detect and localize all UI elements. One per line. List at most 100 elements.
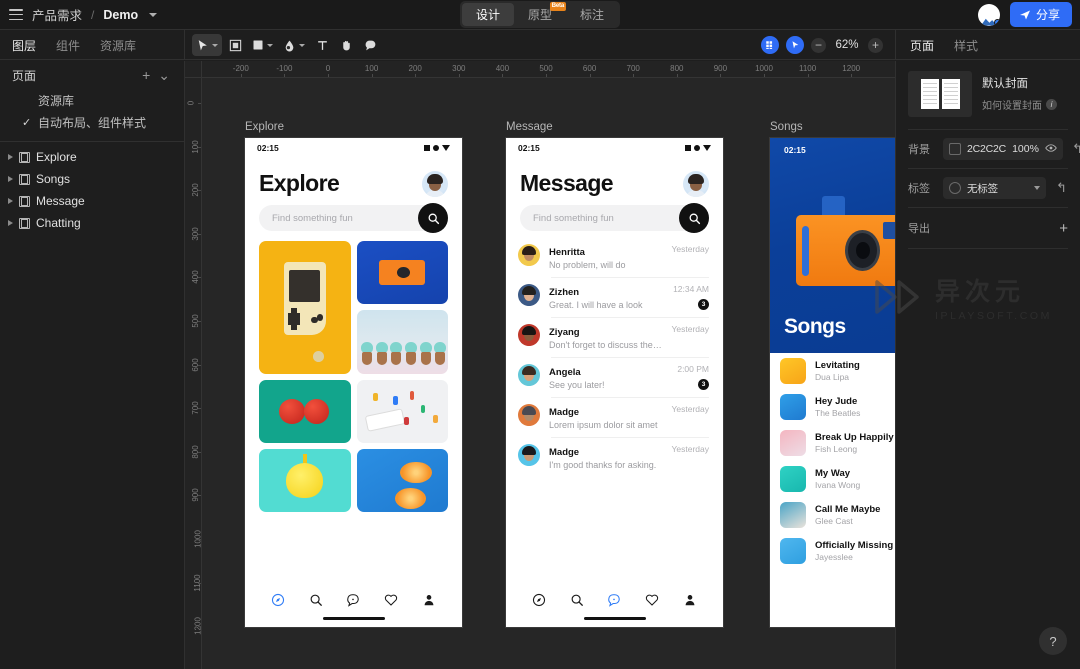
frame-tool[interactable] [224,34,246,56]
breadcrumb-current[interactable]: Demo [103,8,138,22]
tile-gameboy[interactable] [259,241,351,374]
tile-lemon[interactable] [259,449,351,512]
chevron-down-icon[interactable] [149,12,158,17]
nav-heart-icon[interactable] [384,593,398,607]
layer-item-chatting[interactable]: Chatting [0,212,184,234]
tab-prototype[interactable]: 原型 Beta [514,2,567,26]
tab-page[interactable]: 页面 [910,37,934,54]
search-button[interactable] [418,203,448,233]
song-row[interactable]: Hey Jude The Beatles [770,389,895,425]
tab-style[interactable]: 样式 [954,37,978,54]
share-button[interactable]: 分享 [1009,2,1072,27]
tab-components[interactable]: 组件 [56,37,80,54]
frame-label-songs[interactable]: Songs [770,121,803,133]
nav-message-icon[interactable] [607,593,621,607]
hamburger-icon[interactable] [9,9,23,20]
song-row[interactable]: Break Up Happily Fish Leong [770,425,895,461]
chevron-right-icon[interactable] [8,154,13,160]
profile-avatar[interactable] [422,170,448,197]
search-input[interactable]: Find something fun [259,203,448,233]
chevron-right-icon[interactable] [8,220,13,226]
song-row[interactable]: Levitating Dua Lipa [770,353,895,389]
tile-lego-desk[interactable] [356,380,448,443]
layer-item-message[interactable]: Message [0,190,184,212]
layer-item-songs[interactable]: Songs [0,168,184,190]
frame-label-explore[interactable]: Explore [245,121,284,133]
song-row[interactable]: Officially Missing YouJayesslee [770,533,895,569]
grid-view-button[interactable] [761,36,779,54]
tab-annotate[interactable]: 标注 [566,3,618,26]
tag-select[interactable]: 无标签 [943,177,1046,199]
tab-resources[interactable]: 资源库 [100,37,136,54]
ruler-mark [198,626,201,628]
song-row[interactable]: My Way Ivana Wong [770,461,895,497]
chevron-right-icon[interactable] [8,176,13,182]
conversation-row[interactable]: Angela See you later! 2:00 PM 3 [506,357,723,397]
plus-icon[interactable]: + [138,67,154,83]
help-button[interactable]: ? [1039,627,1067,655]
frame-songs[interactable]: 02:15 Songs Levitating Dua Lipa Hey Jude Th… [770,138,895,627]
page-item-autolayout[interactable]: ✓ 自动布局、组件样式 [0,111,184,133]
search-input[interactable]: Find something fun [520,203,709,233]
frame-explore[interactable]: 02:15 Explore Find something fun [245,138,462,627]
conversation-row[interactable]: Zizhen Great. I will have a look 12:34 AM 3 [506,277,723,317]
cover-thumbnail[interactable] [908,71,972,117]
nav-profile-icon[interactable] [422,593,436,607]
revert-icon[interactable]: ↰ [1072,141,1080,157]
chevron-down-icon[interactable]: ⌄ [154,67,174,84]
conversation-row[interactable]: Madge I'm good thanks for asking. Yesterda… [506,437,723,477]
conversation-row[interactable]: Henritta No problem, will do Yesterday [506,237,723,277]
breadcrumb-root[interactable]: 产品需求 [32,5,82,24]
tile-tomatoes[interactable] [259,380,351,443]
search-icon [428,213,439,224]
cover-help-link[interactable]: 如何设置封面 i [982,97,1057,112]
conversation-row[interactable]: Madge Lorem ipsum dolor sit amet Yesterday [506,397,723,437]
page-item-resources[interactable]: 资源库 [0,89,184,111]
message-preview: No problem, will do [549,260,626,270]
cursor-tool[interactable] [192,34,222,56]
frame-label-message[interactable]: Message [506,121,553,133]
comment-tool[interactable] [359,34,381,56]
zoom-out-button[interactable]: − [811,37,826,53]
nav-message-icon[interactable] [346,593,360,607]
nav-heart-icon[interactable] [645,593,659,607]
profile-avatar[interactable] [683,170,709,197]
canvas[interactable]: -200 -100 0 100 200 300 400 500 600 700 800 900 1000… [185,61,895,669]
search-button[interactable] [679,203,709,233]
conversation-row[interactable]: Ziyang Don't forget to discuss the new...… [506,317,723,357]
info-icon[interactable]: i [1046,99,1057,110]
nav-compass-icon[interactable] [271,593,285,607]
shape-tool[interactable] [248,34,277,56]
plus-icon[interactable]: + [1059,220,1068,237]
chevron-right-icon[interactable] [8,198,13,204]
pages-title: 页面 [12,68,37,83]
tile-orange-slices[interactable] [356,449,448,512]
tab-design[interactable]: 设计 [461,3,514,26]
tile-cupcakes[interactable] [356,310,448,374]
pen-tool[interactable] [279,34,309,56]
revert-icon[interactable]: ↰ [1055,180,1068,196]
tab-layers[interactable]: 图层 [12,37,36,54]
avatar[interactable] [977,3,1000,26]
nav-profile-icon[interactable] [683,593,697,607]
zoom-level[interactable]: 62% [833,39,861,51]
nav-search-icon[interactable] [309,593,323,607]
frame-icon [19,217,30,229]
color-swatch[interactable] [949,143,961,155]
zoom-in-button[interactable]: + [868,37,883,53]
eye-icon[interactable] [1045,142,1057,157]
contact-avatar [518,244,540,266]
song-artist: Ivana Wong [815,480,861,490]
present-button[interactable] [786,36,804,54]
canvas-stage[interactable]: Explore 02:15 Explore Find something fun… [202,78,895,669]
song-row[interactable]: Call Me Maybe Glee Cast [770,497,895,533]
layer-item-explore[interactable]: Explore [0,146,184,168]
nav-search-icon[interactable] [570,593,584,607]
tile-orange-camera[interactable] [356,241,448,304]
frame-message[interactable]: 02:15 Message Find something fun Henritt… [506,138,723,627]
hand-tool[interactable] [335,34,357,56]
nav-compass-icon[interactable] [532,593,546,607]
signal-icon [685,145,691,151]
text-tool[interactable] [311,34,333,56]
background-color-field[interactable]: 2C2C2C 100% [943,138,1063,160]
